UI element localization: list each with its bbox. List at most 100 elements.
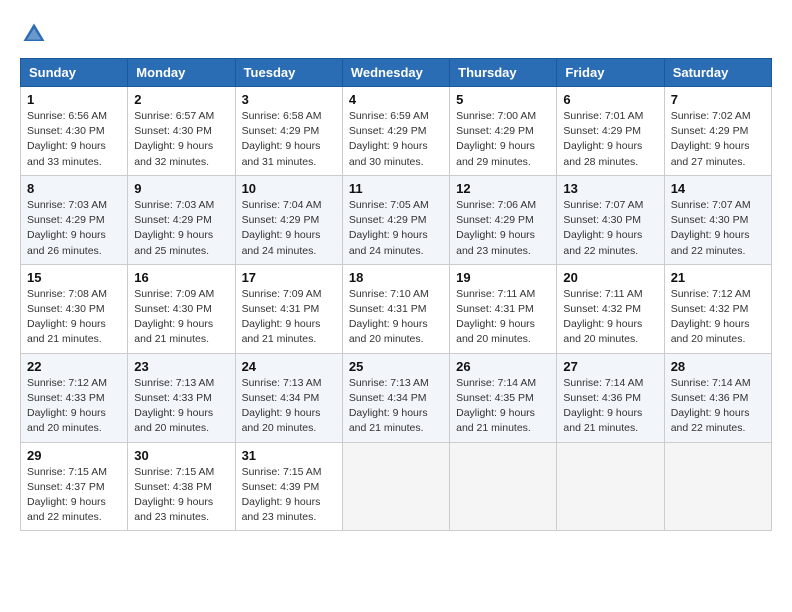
day-detail: Sunrise: 7:05 AM Sunset: 4:29 PM Dayligh… [349,198,443,259]
calendar-day-cell [557,442,664,531]
calendar-day-cell [664,442,771,531]
day-detail: Sunrise: 7:13 AM Sunset: 4:34 PM Dayligh… [242,376,336,437]
day-detail: Sunrise: 7:12 AM Sunset: 4:33 PM Dayligh… [27,376,121,437]
calendar-day-cell: 24 Sunrise: 7:13 AM Sunset: 4:34 PM Dayl… [235,353,342,442]
day-detail: Sunrise: 7:15 AM Sunset: 4:37 PM Dayligh… [27,465,121,526]
calendar-day-cell: 31 Sunrise: 7:15 AM Sunset: 4:39 PM Dayl… [235,442,342,531]
day-detail: Sunrise: 7:03 AM Sunset: 4:29 PM Dayligh… [134,198,228,259]
day-number: 21 [671,270,765,285]
day-detail: Sunrise: 6:57 AM Sunset: 4:30 PM Dayligh… [134,109,228,170]
calendar-day-cell: 18 Sunrise: 7:10 AM Sunset: 4:31 PM Dayl… [342,264,449,353]
calendar-day-cell: 4 Sunrise: 6:59 AM Sunset: 4:29 PM Dayli… [342,87,449,176]
day-number: 23 [134,359,228,374]
day-detail: Sunrise: 7:07 AM Sunset: 4:30 PM Dayligh… [563,198,657,259]
day-detail: Sunrise: 6:56 AM Sunset: 4:30 PM Dayligh… [27,109,121,170]
calendar-day-cell: 3 Sunrise: 6:58 AM Sunset: 4:29 PM Dayli… [235,87,342,176]
day-number: 30 [134,448,228,463]
calendar-day-cell: 25 Sunrise: 7:13 AM Sunset: 4:34 PM Dayl… [342,353,449,442]
day-number: 15 [27,270,121,285]
calendar-day-cell: 27 Sunrise: 7:14 AM Sunset: 4:36 PM Dayl… [557,353,664,442]
day-number: 11 [349,181,443,196]
day-number: 17 [242,270,336,285]
calendar-day-cell: 6 Sunrise: 7:01 AM Sunset: 4:29 PM Dayli… [557,87,664,176]
calendar-day-cell: 8 Sunrise: 7:03 AM Sunset: 4:29 PM Dayli… [21,175,128,264]
day-number: 27 [563,359,657,374]
day-detail: Sunrise: 7:11 AM Sunset: 4:32 PM Dayligh… [563,287,657,348]
day-number: 31 [242,448,336,463]
day-number: 19 [456,270,550,285]
day-number: 25 [349,359,443,374]
day-detail: Sunrise: 7:03 AM Sunset: 4:29 PM Dayligh… [27,198,121,259]
calendar-day-cell: 10 Sunrise: 7:04 AM Sunset: 4:29 PM Dayl… [235,175,342,264]
calendar-day-cell: 9 Sunrise: 7:03 AM Sunset: 4:29 PM Dayli… [128,175,235,264]
day-number: 4 [349,92,443,107]
calendar-day-cell: 17 Sunrise: 7:09 AM Sunset: 4:31 PM Dayl… [235,264,342,353]
calendar-day-cell: 30 Sunrise: 7:15 AM Sunset: 4:38 PM Dayl… [128,442,235,531]
day-number: 13 [563,181,657,196]
calendar-body: 1 Sunrise: 6:56 AM Sunset: 4:30 PM Dayli… [21,87,772,531]
day-of-week-header: Saturday [664,59,771,87]
day-detail: Sunrise: 7:14 AM Sunset: 4:36 PM Dayligh… [671,376,765,437]
calendar-day-cell: 14 Sunrise: 7:07 AM Sunset: 4:30 PM Dayl… [664,175,771,264]
day-number: 1 [27,92,121,107]
day-number: 24 [242,359,336,374]
day-detail: Sunrise: 7:09 AM Sunset: 4:30 PM Dayligh… [134,287,228,348]
day-detail: Sunrise: 6:58 AM Sunset: 4:29 PM Dayligh… [242,109,336,170]
day-detail: Sunrise: 7:15 AM Sunset: 4:39 PM Dayligh… [242,465,336,526]
day-detail: Sunrise: 7:00 AM Sunset: 4:29 PM Dayligh… [456,109,550,170]
day-number: 29 [27,448,121,463]
day-detail: Sunrise: 7:08 AM Sunset: 4:30 PM Dayligh… [27,287,121,348]
day-number: 9 [134,181,228,196]
calendar-week-row: 22 Sunrise: 7:12 AM Sunset: 4:33 PM Dayl… [21,353,772,442]
calendar-table: SundayMondayTuesdayWednesdayThursdayFrid… [20,58,772,531]
day-number: 14 [671,181,765,196]
day-number: 28 [671,359,765,374]
calendar-week-row: 1 Sunrise: 6:56 AM Sunset: 4:30 PM Dayli… [21,87,772,176]
calendar-day-cell: 20 Sunrise: 7:11 AM Sunset: 4:32 PM Dayl… [557,264,664,353]
day-number: 16 [134,270,228,285]
calendar-day-cell: 5 Sunrise: 7:00 AM Sunset: 4:29 PM Dayli… [450,87,557,176]
day-of-week-header: Wednesday [342,59,449,87]
day-detail: Sunrise: 7:12 AM Sunset: 4:32 PM Dayligh… [671,287,765,348]
day-number: 18 [349,270,443,285]
day-number: 20 [563,270,657,285]
calendar-day-cell: 13 Sunrise: 7:07 AM Sunset: 4:30 PM Dayl… [557,175,664,264]
day-detail: Sunrise: 7:04 AM Sunset: 4:29 PM Dayligh… [242,198,336,259]
day-detail: Sunrise: 7:11 AM Sunset: 4:31 PM Dayligh… [456,287,550,348]
calendar-day-cell: 12 Sunrise: 7:06 AM Sunset: 4:29 PM Dayl… [450,175,557,264]
calendar-day-cell: 2 Sunrise: 6:57 AM Sunset: 4:30 PM Dayli… [128,87,235,176]
page-header [20,20,772,48]
day-detail: Sunrise: 7:14 AM Sunset: 4:36 PM Dayligh… [563,376,657,437]
day-number: 22 [27,359,121,374]
logo-icon [20,20,48,48]
calendar-week-row: 29 Sunrise: 7:15 AM Sunset: 4:37 PM Dayl… [21,442,772,531]
day-detail: Sunrise: 7:14 AM Sunset: 4:35 PM Dayligh… [456,376,550,437]
calendar-day-cell [450,442,557,531]
calendar-day-cell: 28 Sunrise: 7:14 AM Sunset: 4:36 PM Dayl… [664,353,771,442]
calendar-day-cell [342,442,449,531]
day-detail: Sunrise: 7:07 AM Sunset: 4:30 PM Dayligh… [671,198,765,259]
day-detail: Sunrise: 7:10 AM Sunset: 4:31 PM Dayligh… [349,287,443,348]
day-detail: Sunrise: 6:59 AM Sunset: 4:29 PM Dayligh… [349,109,443,170]
days-of-week-row: SundayMondayTuesdayWednesdayThursdayFrid… [21,59,772,87]
day-of-week-header: Friday [557,59,664,87]
day-detail: Sunrise: 7:01 AM Sunset: 4:29 PM Dayligh… [563,109,657,170]
day-detail: Sunrise: 7:13 AM Sunset: 4:33 PM Dayligh… [134,376,228,437]
day-number: 8 [27,181,121,196]
calendar-day-cell: 19 Sunrise: 7:11 AM Sunset: 4:31 PM Dayl… [450,264,557,353]
calendar-week-row: 8 Sunrise: 7:03 AM Sunset: 4:29 PM Dayli… [21,175,772,264]
day-of-week-header: Sunday [21,59,128,87]
day-detail: Sunrise: 7:02 AM Sunset: 4:29 PM Dayligh… [671,109,765,170]
day-detail: Sunrise: 7:09 AM Sunset: 4:31 PM Dayligh… [242,287,336,348]
day-number: 3 [242,92,336,107]
day-detail: Sunrise: 7:06 AM Sunset: 4:29 PM Dayligh… [456,198,550,259]
calendar-day-cell: 23 Sunrise: 7:13 AM Sunset: 4:33 PM Dayl… [128,353,235,442]
calendar-day-cell: 11 Sunrise: 7:05 AM Sunset: 4:29 PM Dayl… [342,175,449,264]
day-of-week-header: Monday [128,59,235,87]
calendar-day-cell: 7 Sunrise: 7:02 AM Sunset: 4:29 PM Dayli… [664,87,771,176]
day-of-week-header: Thursday [450,59,557,87]
calendar-week-row: 15 Sunrise: 7:08 AM Sunset: 4:30 PM Dayl… [21,264,772,353]
day-number: 7 [671,92,765,107]
calendar-day-cell: 1 Sunrise: 6:56 AM Sunset: 4:30 PM Dayli… [21,87,128,176]
calendar-day-cell: 16 Sunrise: 7:09 AM Sunset: 4:30 PM Dayl… [128,264,235,353]
